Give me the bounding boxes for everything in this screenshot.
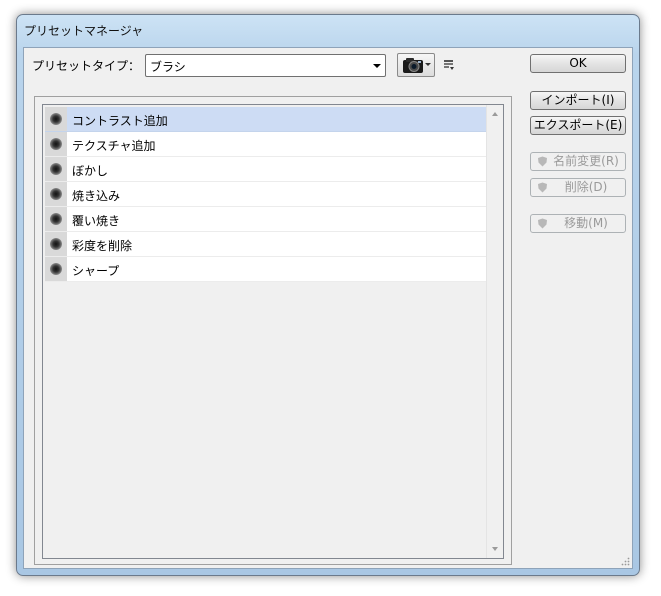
preset-type-label: プリセットタイプ： [32,59,141,73]
brush-thumbnail-icon [45,207,67,231]
brush-thumbnail-icon [45,132,67,156]
preset-manager-window: プリセットマネージャ プリセットタイプ： ブラシ OK インポート(I) エクス… [16,14,640,576]
list-item[interactable]: 彩度を削除 [45,232,486,257]
panel-menu-icon[interactable] [443,59,455,71]
camera-icon [403,58,423,73]
ok-button[interactable]: OK [530,54,626,73]
brush-thumbnail-icon [45,157,67,181]
dialog-client: プリセットタイプ： ブラシ OK インポート(I) エクスポート(E) 名前変更… [23,47,633,569]
move-button[interactable]: 移動(M) [530,214,626,233]
preset-thumbnail-button[interactable] [397,53,435,77]
list-item[interactable]: テクスチャ追加 [45,132,486,157]
list-item[interactable]: 焼き込み [45,182,486,207]
preset-type-select[interactable]: ブラシ [145,54,386,77]
list-item[interactable]: 覆い焼き [45,207,486,232]
resize-grip-icon[interactable] [620,556,630,566]
list-item-label: 焼き込み [72,189,121,203]
brush-thumbnail-icon [45,232,67,256]
list-item-label: 覆い焼き [72,214,121,228]
brush-thumbnail-icon [45,107,67,131]
rename-button-label: 名前変更(R) [553,154,619,168]
list-item-label: ぼかし [72,164,109,178]
list-item[interactable]: シャープ [45,257,486,282]
vertical-scrollbar[interactable] [486,105,503,558]
export-button-label: エクスポート(E) [533,118,623,132]
move-button-label: 移動(M) [564,216,608,230]
list-item-label: テクスチャ追加 [72,139,156,153]
list-item-label: 彩度を削除 [72,239,133,253]
preset-list[interactable]: コントラスト追加 テクスチャ追加 ぼかし 焼き込み 覆い焼き 彩度を削除 シャー… [42,104,504,559]
shield-icon [538,182,547,193]
delete-button-label: 削除(D) [564,180,608,194]
shield-icon [538,156,547,167]
list-item[interactable]: ぼかし [45,157,486,182]
import-button[interactable]: インポート(I) [530,91,626,110]
import-button-label: インポート(I) [541,93,615,107]
dropdown-arrow-icon [425,63,431,66]
list-item-label: シャープ [72,264,120,278]
delete-button[interactable]: 削除(D) [530,178,626,197]
window-title: プリセットマネージャ [24,24,144,38]
list-item-label: コントラスト追加 [72,114,168,128]
list-item[interactable]: コントラスト追加 [45,107,486,132]
scroll-up-icon[interactable] [492,112,498,116]
export-button[interactable]: エクスポート(E) [530,116,626,135]
preset-type-value: ブラシ [150,60,186,74]
scroll-down-icon[interactable] [492,547,498,551]
rename-button[interactable]: 名前変更(R) [530,152,626,171]
brush-thumbnail-icon [45,182,67,206]
ok-button-label: OK [569,56,587,70]
shield-icon [538,218,547,229]
chevron-down-icon [373,64,381,68]
preset-list-frame: コントラスト追加 テクスチャ追加 ぼかし 焼き込み 覆い焼き 彩度を削除 シャー… [34,96,512,565]
brush-thumbnail-icon [45,257,67,281]
